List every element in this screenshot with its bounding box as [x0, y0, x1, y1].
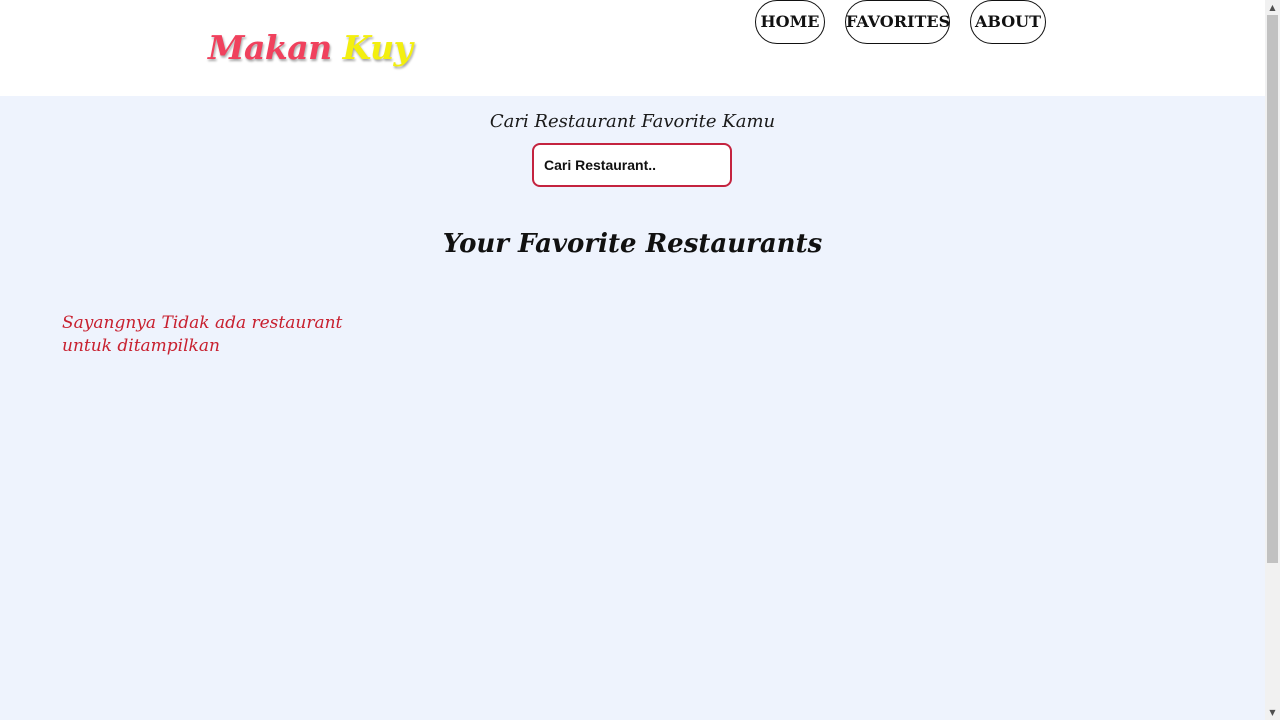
scrollbar-thumb[interactable] [1267, 15, 1278, 563]
scroll-up-icon[interactable]: ▲ [1265, 0, 1280, 15]
page-title: Your Favorite Restaurants [442, 229, 823, 259]
logo-word-makan: Makan [208, 28, 332, 67]
vertical-scrollbar[interactable]: ▲ ▼ [1265, 0, 1280, 720]
page: Makan Kuy HOME FAVORITES ABOUT Cari Rest… [0, 0, 1265, 720]
scroll-down-icon[interactable]: ▼ [1265, 705, 1280, 720]
empty-state-message: Sayangnya Tidak ada restaurant untuk dit… [62, 313, 343, 356]
search-input[interactable] [532, 143, 732, 187]
site-logo[interactable]: Makan Kuy [208, 26, 413, 70]
nav-favorites-button[interactable]: FAVORITES [845, 0, 950, 44]
nav-home-button[interactable]: HOME [755, 0, 825, 44]
app-header: Makan Kuy HOME FAVORITES ABOUT [0, 0, 1265, 96]
search-caption: Cari Restaurant Favorite Kamu [489, 111, 776, 132]
nav-about-button[interactable]: ABOUT [970, 0, 1046, 44]
logo-word-kuy: Kuy [342, 28, 413, 67]
